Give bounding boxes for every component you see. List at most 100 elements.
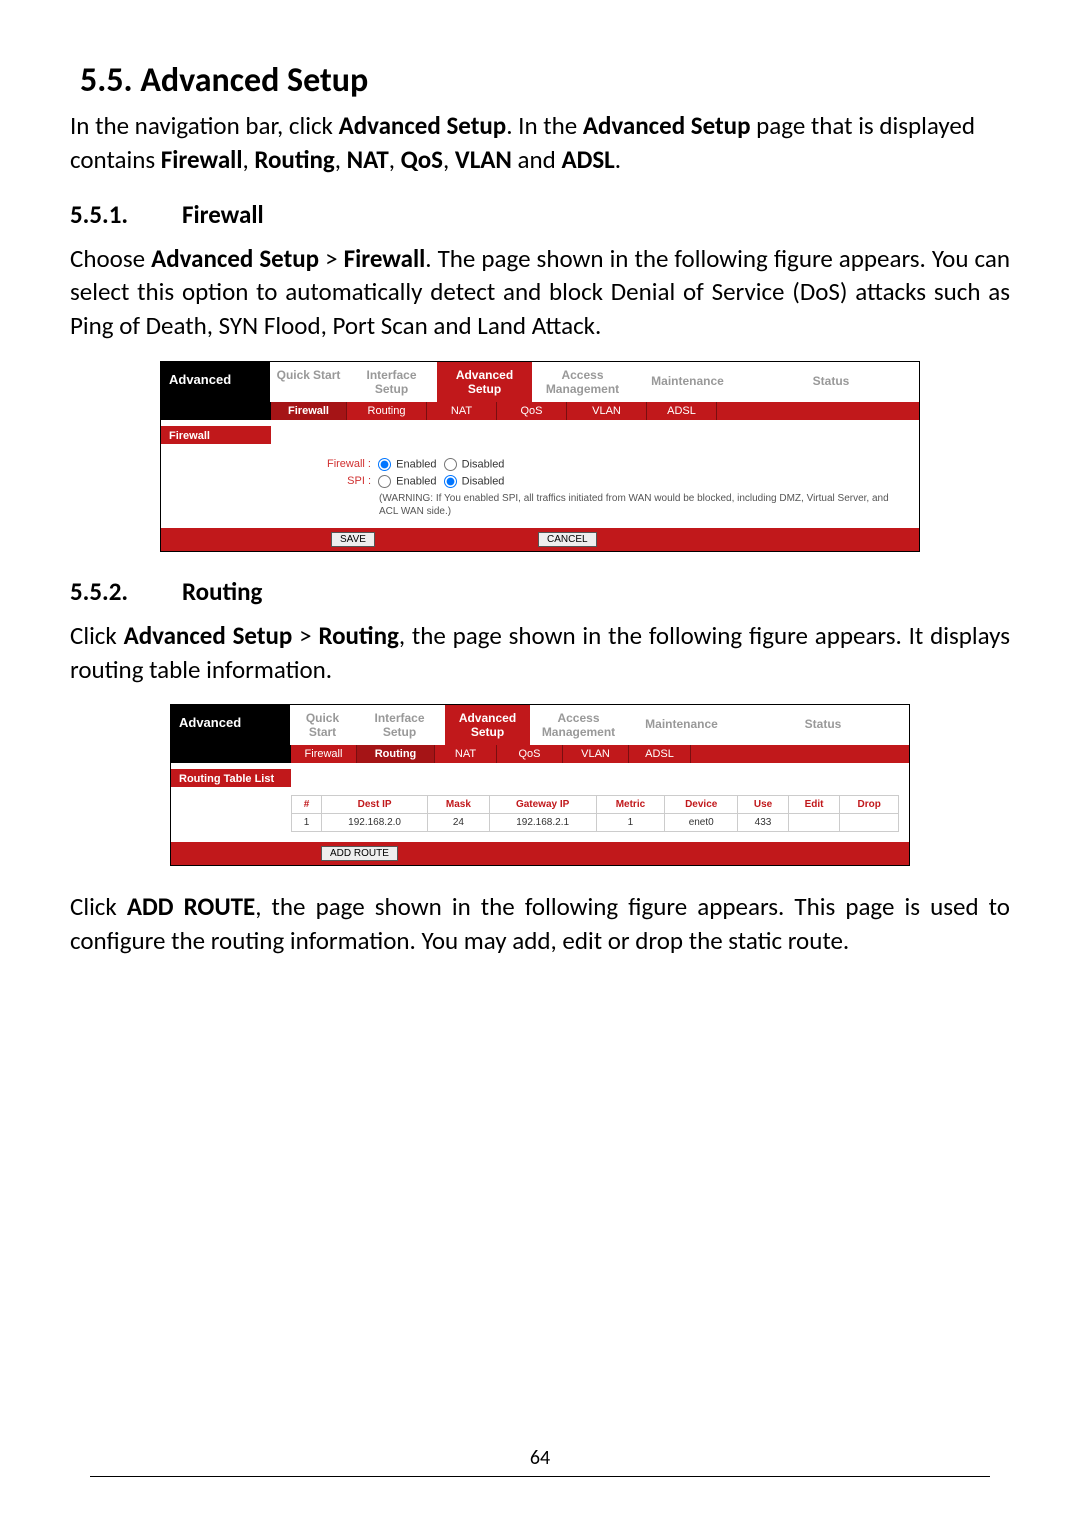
cell-drop[interactable]: [840, 814, 899, 832]
kw: Firewall: [344, 243, 426, 274]
nav-maintenance[interactable]: Maintenance: [627, 705, 737, 745]
cell-edit[interactable]: [788, 814, 839, 832]
firewall-form: Firewall : Enabled Disabled SPI : Enable…: [161, 444, 919, 528]
save-button[interactable]: SAVE: [331, 532, 375, 547]
nav-label: Management: [546, 382, 619, 396]
kw: Advanced Setup: [583, 110, 751, 141]
text: Choose: [70, 243, 151, 274]
routing-paragraph-a: Click Advanced Setup > Routing, the page…: [70, 619, 1010, 687]
cancel-button[interactable]: CANCEL: [538, 532, 597, 547]
nav-label: Quick: [306, 711, 339, 725]
firewall-screenshot: Advanced Quick Start Interface Setup Adv…: [160, 361, 920, 552]
subnav-routing[interactable]: Routing: [347, 402, 427, 420]
subnav-nat[interactable]: NAT: [427, 402, 497, 420]
side-title: Advanced: [161, 362, 271, 402]
nav-label: Setup: [471, 725, 504, 739]
opt-enabled: Enabled: [396, 475, 436, 487]
nav-label: Advanced: [459, 711, 516, 725]
subnav-firewall[interactable]: Firewall: [291, 745, 357, 763]
firewall-row: Firewall : Enabled Disabled: [311, 458, 899, 471]
side-title: Advanced: [171, 705, 291, 745]
text: ,: [335, 144, 347, 175]
kw: Routing: [254, 144, 334, 175]
cell-metric: 1: [596, 814, 665, 832]
kw: QoS: [401, 144, 443, 175]
routing-table-wrap: # Dest IP Mask Gateway IP Metric Device …: [171, 787, 909, 836]
nav-quick-start[interactable]: Quick Start: [291, 705, 355, 745]
text: and: [512, 144, 562, 175]
cell-mask: 24: [428, 814, 489, 832]
kw: ADSL: [561, 144, 614, 175]
subnav-qos[interactable]: QoS: [497, 745, 563, 763]
th-metric: Metric: [596, 796, 665, 814]
nav-label: Setup: [468, 382, 501, 396]
nav-interface-setup[interactable]: Interface Setup: [347, 362, 437, 402]
spi-label: SPI :: [311, 475, 371, 487]
spi-enabled-radio[interactable]: [378, 475, 391, 488]
nav-label: Access: [557, 711, 599, 725]
kw: NAT: [347, 144, 389, 175]
th-mask: Mask: [428, 796, 489, 814]
text: .: [615, 144, 621, 175]
nav-interface-setup[interactable]: Interface Setup: [355, 705, 445, 745]
nav-quick-start[interactable]: Quick Start: [271, 362, 347, 402]
side-title-text: Advanced: [169, 372, 231, 387]
subsection-num: 5.5.2.: [70, 576, 182, 607]
firewall-disabled-radio[interactable]: [444, 458, 457, 471]
nav-access-management[interactable]: Access Management: [533, 362, 633, 402]
subnav-nat[interactable]: NAT: [435, 745, 497, 763]
firewall-enabled-radio[interactable]: [378, 458, 391, 471]
subnav-qos[interactable]: QoS: [497, 402, 567, 420]
nav-access-management[interactable]: Access Management: [531, 705, 627, 745]
nav-label: Setup: [383, 725, 416, 739]
text: Click: [70, 891, 127, 922]
top-nav: Advanced Quick Start Interface Setup Adv…: [171, 705, 909, 745]
routing-table: # Dest IP Mask Gateway IP Metric Device …: [291, 795, 899, 832]
nav-label: Maintenance: [645, 717, 718, 731]
text: Click: [70, 620, 124, 651]
text: In the navigation bar, click: [70, 110, 339, 141]
table-row: 1 192.168.2.0 24 192.168.2.1 1 enet0 433: [292, 814, 899, 832]
cell-gateway: 192.168.2.1: [489, 814, 596, 832]
add-route-button[interactable]: ADD ROUTE: [321, 846, 398, 861]
cell-device: enet0: [665, 814, 738, 832]
subnav-firewall[interactable]: Firewall: [271, 402, 347, 420]
table-header-row: # Dest IP Mask Gateway IP Metric Device …: [292, 796, 899, 814]
spi-warning: (WARNING: If You enabled SPI, all traffi…: [379, 492, 899, 518]
nav-label: Status: [813, 374, 850, 388]
nav-label: Management: [542, 725, 615, 739]
kw: Advanced Setup: [339, 110, 507, 141]
nav-advanced-setup[interactable]: Advanced Setup: [437, 362, 533, 402]
cell-num: 1: [292, 814, 322, 832]
page-number: 64: [530, 1446, 550, 1470]
text: ,: [443, 144, 455, 175]
subnav-adsl[interactable]: ADSL: [647, 402, 717, 420]
side-title-text: Advanced: [179, 715, 241, 730]
text: ,: [242, 144, 254, 175]
routing-paragraph-b: Click ADD ROUTE, the page shown in the f…: [70, 890, 1010, 958]
spi-disabled-radio[interactable]: [444, 475, 457, 488]
nav-label: Start: [309, 725, 336, 739]
nav-status[interactable]: Status: [743, 362, 919, 402]
subnav-adsl[interactable]: ADSL: [629, 745, 691, 763]
nav-label: Maintenance: [651, 374, 724, 388]
subnav-vlan[interactable]: VLAN: [563, 745, 629, 763]
top-nav: Advanced Quick Start Interface Setup Adv…: [161, 362, 919, 402]
nav-status[interactable]: Status: [737, 705, 909, 745]
button-bar: SAVE CANCEL: [161, 528, 919, 551]
kw: Firewall: [161, 144, 243, 175]
intro-paragraph: In the navigation bar, click Advanced Se…: [70, 109, 1010, 177]
subsection-num: 5.5.1.: [70, 199, 182, 230]
firewall-label: Firewall :: [311, 458, 371, 470]
subnav-vlan[interactable]: VLAN: [567, 402, 647, 420]
text: >: [292, 620, 318, 651]
kw: VLAN: [455, 144, 512, 175]
button-bar: ADD ROUTE: [171, 842, 909, 865]
page-footer: 64: [0, 1446, 1080, 1477]
nav-label: Status: [805, 717, 842, 731]
nav-advanced-setup[interactable]: Advanced Setup: [445, 705, 531, 745]
nav-maintenance[interactable]: Maintenance: [633, 362, 743, 402]
subnav-routing[interactable]: Routing: [357, 745, 435, 763]
nav-label: Setup: [375, 382, 408, 396]
text: >: [319, 243, 344, 274]
